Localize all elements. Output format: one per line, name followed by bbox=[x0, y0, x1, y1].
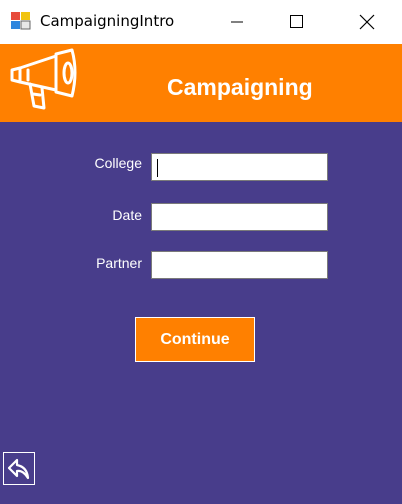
college-field[interactable] bbox=[151, 153, 328, 181]
close-button[interactable] bbox=[344, 0, 390, 44]
continue-button-label: Continue bbox=[160, 330, 230, 348]
back-button[interactable] bbox=[3, 452, 35, 485]
continue-button[interactable]: Continue bbox=[135, 317, 255, 362]
window-title: CampaigningIntro bbox=[40, 12, 175, 30]
date-field[interactable] bbox=[151, 203, 328, 231]
maximize-button[interactable] bbox=[273, 0, 319, 44]
title-bar: CampaigningIntro bbox=[0, 0, 402, 44]
close-icon bbox=[359, 14, 375, 30]
college-label: College bbox=[94, 155, 142, 171]
partner-field[interactable] bbox=[151, 251, 328, 279]
maximize-icon bbox=[290, 15, 303, 28]
minimize-icon bbox=[231, 21, 243, 23]
page-title: Campaigning bbox=[167, 74, 313, 100]
text-caret bbox=[157, 159, 158, 177]
minimize-button[interactable] bbox=[214, 0, 260, 44]
back-arrow-icon bbox=[7, 458, 30, 480]
app-icon bbox=[11, 12, 31, 30]
date-label: Date bbox=[112, 207, 142, 223]
partner-label: Partner bbox=[96, 255, 142, 271]
megaphone-icon bbox=[6, 48, 78, 118]
